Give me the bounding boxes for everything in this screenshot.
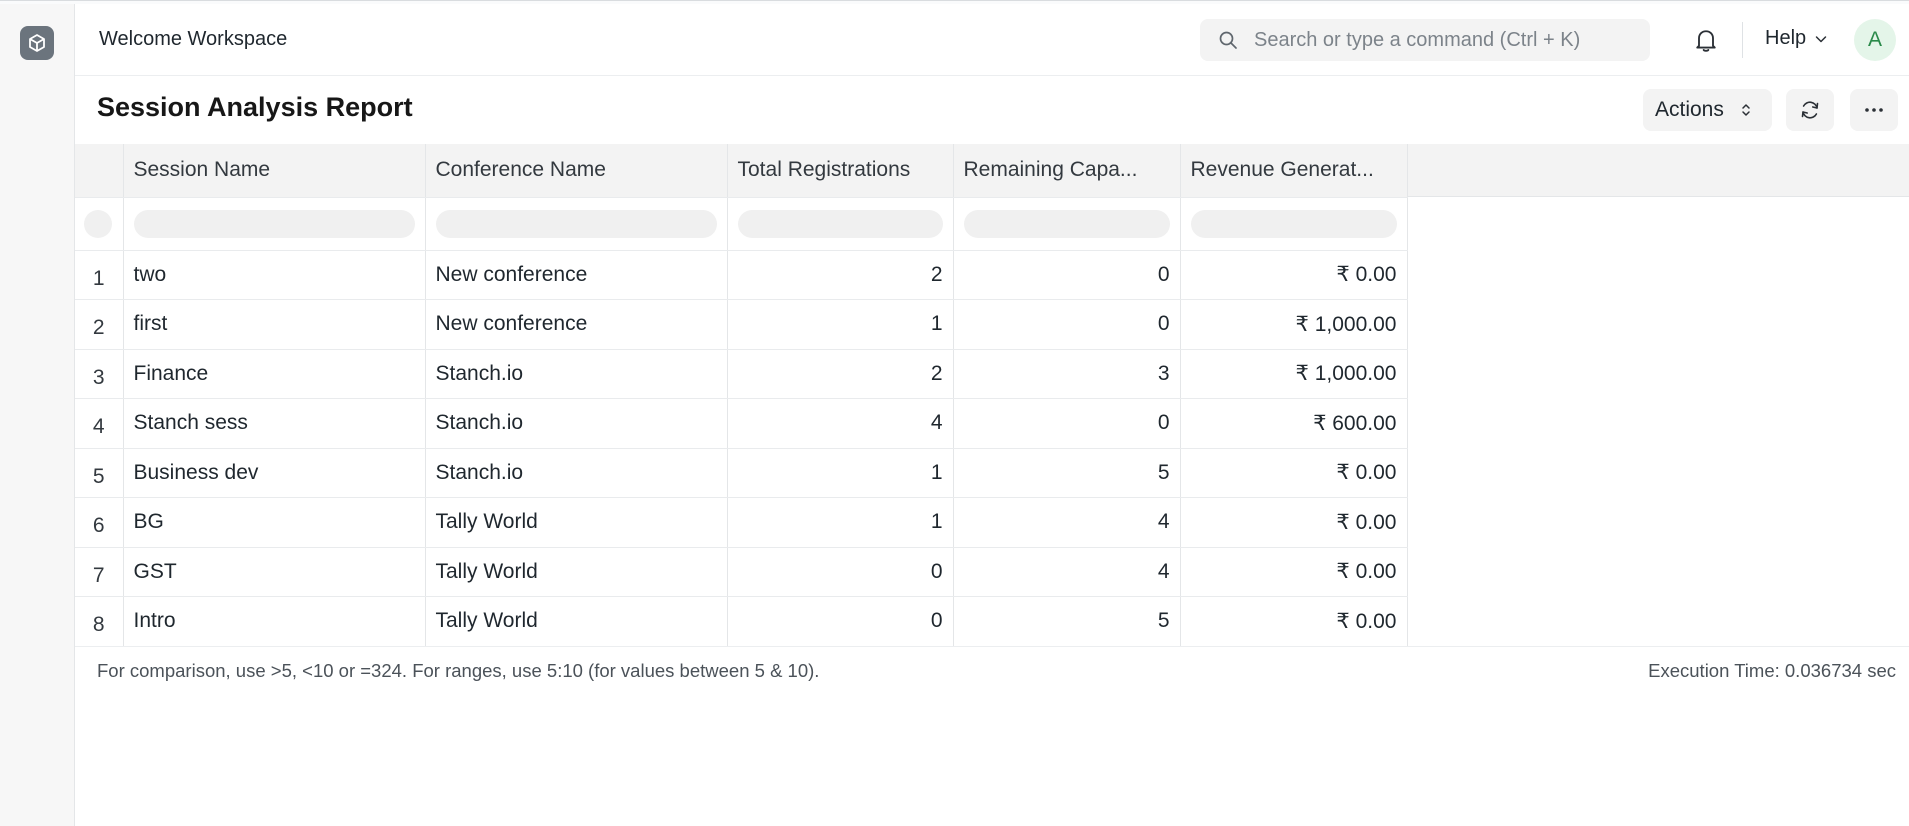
table-row[interactable]: 6 BG Tally World 1 4 ₹ 0.00 <box>75 497 1408 548</box>
filter-input[interactable] <box>737 209 943 238</box>
more-options-button[interactable] <box>1850 89 1898 131</box>
grid-footer-divider <box>75 646 1909 647</box>
total-registrations-cell[interactable]: 4 <box>727 398 954 449</box>
conference-name-cell[interactable]: Tally World <box>425 547 728 597</box>
column-header[interactable]: Total Registrations <box>727 144 954 198</box>
column-header[interactable]: Remaining Capa... <box>953 144 1181 198</box>
session-name-cell[interactable]: Stanch sess <box>123 398 426 449</box>
row-number: 1 <box>75 250 124 300</box>
actions-button[interactable]: Actions <box>1643 89 1772 131</box>
revenue-generated-cell[interactable]: ₹ 0.00 <box>1180 596 1408 647</box>
report-table: Session Name Conference Name Total Regis… <box>75 144 1408 647</box>
row-number: 4 <box>75 398 124 449</box>
execution-time: Execution Time: 0.036734 sec <box>1648 660 1896 681</box>
table-row[interactable]: 5 Business dev Stanch.io 1 5 ₹ 0.00 <box>75 448 1408 498</box>
conference-name-cell[interactable]: New conference <box>425 299 728 350</box>
avatar[interactable]: A <box>1854 19 1896 61</box>
column-header[interactable]: Revenue Generat... <box>1180 144 1408 198</box>
filter-input[interactable] <box>1190 209 1397 238</box>
help-dropdown[interactable]: Help <box>1765 27 1828 50</box>
row-number: 3 <box>75 349 124 399</box>
conference-name-cell[interactable]: Tally World <box>425 596 728 647</box>
revenue-generated-cell[interactable]: ₹ 0.00 <box>1180 547 1408 597</box>
workspace-title[interactable]: Welcome Workspace <box>99 28 287 51</box>
remaining-capacity-cell[interactable]: 0 <box>953 398 1181 449</box>
chevron-down-icon <box>1815 35 1827 42</box>
total-registrations-cell[interactable]: 0 <box>727 596 954 647</box>
conference-name-cell[interactable]: Tally World <box>425 497 728 548</box>
session-name-cell[interactable]: two <box>123 250 426 300</box>
header-row: Session Name Conference Name Total Regis… <box>75 144 1408 198</box>
sidebar <box>0 4 75 826</box>
table-row[interactable]: 3 Finance Stanch.io 2 3 ₹ 1,000.00 <box>75 349 1408 399</box>
conference-name-cell[interactable]: Stanch.io <box>425 448 728 498</box>
refresh-button[interactable] <box>1786 89 1834 131</box>
conference-name-cell[interactable]: Stanch.io <box>425 398 728 449</box>
revenue-generated-cell[interactable]: ₹ 0.00 <box>1180 448 1408 498</box>
revenue-generated-cell[interactable]: ₹ 1,000.00 <box>1180 299 1408 350</box>
row-number: 8 <box>75 596 124 647</box>
conference-name-cell[interactable]: Stanch.io <box>425 349 728 399</box>
actions-label: Actions <box>1655 98 1724 121</box>
row-index-header <box>75 144 124 198</box>
remaining-capacity-cell[interactable]: 3 <box>953 349 1181 399</box>
conference-name-cell[interactable]: New conference <box>425 250 728 300</box>
row-number: 2 <box>75 299 124 350</box>
session-name-cell[interactable]: Business dev <box>123 448 426 498</box>
column-header[interactable]: Session Name <box>123 144 426 198</box>
table-row[interactable]: 2 first New conference 1 0 ₹ 1,000.00 <box>75 299 1408 350</box>
revenue-generated-cell[interactable]: ₹ 0.00 <box>1180 497 1408 548</box>
search-input[interactable] <box>1254 19 1634 61</box>
total-registrations-cell[interactable]: 2 <box>727 250 954 300</box>
bell-icon[interactable] <box>1692 26 1720 54</box>
help-label: Help <box>1765 27 1807 49</box>
column-header[interactable]: Conference Name <box>425 144 728 198</box>
search-bar[interactable] <box>1200 19 1650 61</box>
remaining-capacity-cell[interactable]: 4 <box>953 547 1181 597</box>
table-row[interactable]: 4 Stanch sess Stanch.io 4 0 ₹ 600.00 <box>75 398 1408 449</box>
total-registrations-cell[interactable]: 1 <box>727 497 954 548</box>
filter-input[interactable] <box>435 209 717 238</box>
remaining-capacity-cell[interactable]: 0 <box>953 250 1181 300</box>
page-title: Session Analysis Report <box>97 92 413 122</box>
app-logo[interactable] <box>20 26 54 60</box>
select-all-checkbox[interactable] <box>84 209 112 238</box>
row-number: 5 <box>75 448 124 498</box>
revenue-generated-cell[interactable]: ₹ 1,000.00 <box>1180 349 1408 399</box>
revenue-generated-cell[interactable]: ₹ 0.00 <box>1180 250 1408 300</box>
total-registrations-cell[interactable]: 0 <box>727 547 954 597</box>
table-row[interactable]: 1 two New conference 2 0 ₹ 0.00 <box>75 250 1408 300</box>
row-number: 6 <box>75 497 124 548</box>
remaining-capacity-cell[interactable]: 5 <box>953 448 1181 498</box>
session-name-cell[interactable]: GST <box>123 547 426 597</box>
total-registrations-cell[interactable]: 1 <box>727 448 954 498</box>
top-navbar: Welcome Workspace Help A <box>75 4 1909 76</box>
filter-help-text: For comparison, use >5, <10 or =324. For… <box>97 660 820 681</box>
filter-input[interactable] <box>133 209 415 238</box>
revenue-generated-cell[interactable]: ₹ 600.00 <box>1180 398 1408 449</box>
navbar-divider <box>1742 22 1743 58</box>
remaining-capacity-cell[interactable]: 5 <box>953 596 1181 647</box>
session-name-cell[interactable]: BG <box>123 497 426 548</box>
up-down-chevron-icon <box>1742 104 1750 116</box>
remaining-capacity-cell[interactable]: 4 <box>953 497 1181 548</box>
cube-icon <box>29 34 45 52</box>
remaining-capacity-cell[interactable]: 0 <box>953 299 1181 350</box>
total-registrations-cell[interactable]: 2 <box>727 349 954 399</box>
total-registrations-cell[interactable]: 1 <box>727 299 954 350</box>
session-name-cell[interactable]: Finance <box>123 349 426 399</box>
table-row[interactable]: 7 GST Tally World 0 4 ₹ 0.00 <box>75 547 1408 597</box>
row-number: 7 <box>75 547 124 597</box>
filter-row <box>75 197 1408 251</box>
table-row[interactable]: 8 Intro Tally World 0 5 ₹ 0.00 <box>75 596 1408 647</box>
page-header: Session Analysis Report Actions <box>75 76 1909 144</box>
refresh-icon <box>1801 101 1819 119</box>
session-name-cell[interactable]: Intro <box>123 596 426 647</box>
session-name-cell[interactable]: first <box>123 299 426 350</box>
search-icon <box>1219 31 1237 49</box>
ellipsis-icon <box>1865 108 1883 112</box>
filter-input[interactable] <box>963 209 1170 238</box>
